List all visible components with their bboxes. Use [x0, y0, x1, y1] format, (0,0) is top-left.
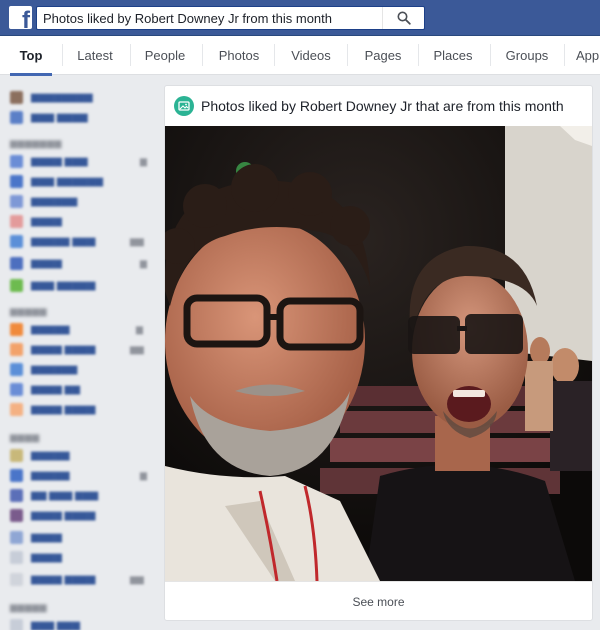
sidebar-item[interactable]: ▆▆▆▆ ▆▆▆▆ [10, 572, 95, 586]
top-bar: f [0, 0, 600, 36]
sidebar-item[interactable]: ▆▆▆▆▆▆ [10, 194, 77, 208]
sidebar-section-heading: ▆▆▆▆▆▆▆ [10, 138, 62, 148]
tab-divider [347, 44, 348, 66]
photos-icon [174, 96, 194, 116]
sidebar-item[interactable]: ▆▆▆▆ ▆▆▆ [10, 154, 88, 168]
tab-divider [564, 44, 565, 66]
photo-result-card: Photos liked by Robert Downey Jr that ar… [164, 85, 593, 621]
sidebar-item[interactable]: ▆▆▆▆▆ [10, 468, 69, 482]
search-filter-tabs: Top Latest People Photos Videos Pages Pl… [0, 36, 600, 76]
search-box [36, 6, 425, 30]
sidebar-item[interactable]: ▆▆▆▆▆▆ [10, 362, 77, 376]
sidebar-item[interactable]: ▆▆▆▆▆ [10, 322, 69, 336]
see-more-link[interactable]: See more [165, 581, 592, 621]
sidebar-item[interactable]: ▆▆▆▆ ▆▆▆▆ [10, 342, 95, 356]
sidebar-item[interactable]: ▆▆▆▆ [10, 550, 62, 564]
sidebar-count: ▆ [140, 156, 147, 166]
tab-latest[interactable]: Latest [64, 36, 126, 75]
tab-places[interactable]: Places [420, 36, 486, 75]
sidebar-count: ▆ [140, 470, 147, 480]
search-input[interactable] [43, 10, 383, 26]
sidebar-item[interactable]: ▆▆▆▆ [10, 530, 62, 544]
sidebar-item[interactable]: ▆▆▆▆ [10, 256, 62, 270]
sidebar-item[interactable]: ▆▆▆ ▆▆▆▆ [10, 110, 88, 124]
tab-divider [418, 44, 419, 66]
tab-videos[interactable]: Videos [278, 36, 344, 75]
tab-divider [62, 44, 63, 66]
sidebar-section-heading: ▆▆▆▆ [10, 432, 40, 442]
tab-apps[interactable]: App [576, 36, 600, 75]
tab-photos[interactable]: Photos [206, 36, 272, 75]
tab-people[interactable]: People [134, 36, 196, 75]
sidebar-item[interactable]: ▆▆▆▆ [10, 214, 62, 228]
sidebar-section-heading: ▆▆▆▆▆ [10, 602, 48, 612]
tab-divider [274, 44, 275, 66]
card-title[interactable]: Photos liked by Robert Downey Jr that ar… [201, 96, 564, 116]
sidebar-item[interactable]: ▆▆▆▆▆ ▆▆▆ [10, 234, 95, 248]
sidebar-item[interactable]: ▆▆▆ ▆▆▆ [10, 618, 80, 630]
left-sidebar: ▆▆▆▆▆▆▆▆ ▆▆▆ ▆▆▆▆ ▆▆▆▆▆▆▆ ▆▆▆▆ ▆▆▆ ▆ ▆▆▆… [0, 76, 160, 630]
search-icon [397, 11, 411, 25]
sidebar-section-heading: ▆▆▆▆▆ [10, 306, 48, 316]
sidebar-item[interactable]: ▆▆▆ ▆▆▆▆▆▆ [10, 174, 103, 188]
sidebar-item[interactable]: ▆▆▆▆▆ [10, 448, 69, 462]
tab-divider [490, 44, 491, 66]
search-button[interactable] [382, 7, 424, 29]
sidebar-count: ▆▆ [130, 236, 144, 246]
sidebar-count: ▆▆ [130, 344, 144, 354]
sidebar-count: ▆▆ [130, 574, 144, 584]
result-photo[interactable] [165, 126, 592, 581]
sidebar-item[interactable]: ▆▆▆▆▆▆▆▆ [10, 90, 93, 104]
sidebar-item[interactable]: ▆▆▆▆ ▆▆▆▆ [10, 508, 95, 522]
tab-groups[interactable]: Groups [494, 36, 560, 75]
tab-divider [202, 44, 203, 66]
tab-divider [130, 44, 131, 66]
tab-top[interactable]: Top [10, 36, 52, 76]
sidebar-item[interactable]: ▆▆ ▆▆▆ ▆▆▆ [10, 488, 98, 502]
sidebar-item[interactable]: ▆▆▆▆ ▆▆▆▆ [10, 402, 95, 416]
tab-pages[interactable]: Pages [350, 36, 416, 75]
facebook-logo-icon[interactable]: f [9, 6, 32, 29]
sidebar-count: ▆ [136, 324, 143, 334]
sidebar-count: ▆ [140, 258, 147, 268]
sidebar-item[interactable]: ▆▆▆ ▆▆▆▆▆ [10, 278, 95, 292]
sidebar-item[interactable]: ▆▆▆▆ ▆▆ [10, 382, 80, 396]
